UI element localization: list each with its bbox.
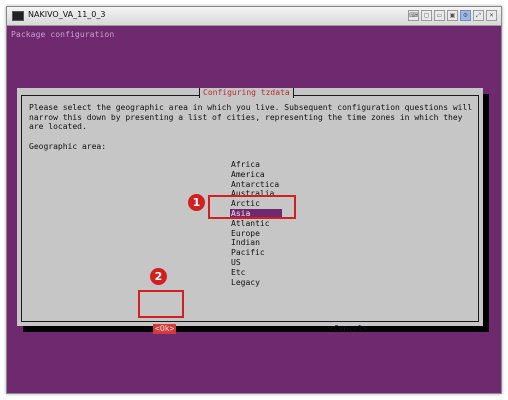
geographic-area-list: Africa America Antarctica Australia Arct… bbox=[230, 160, 282, 287]
area-option-atlantic[interactable]: Atlantic bbox=[230, 219, 282, 229]
close-icon[interactable]: ✕ bbox=[486, 10, 497, 21]
window-title: NAKIVO_VA_11_0_3 bbox=[28, 10, 106, 19]
area-option-europe[interactable]: Europe bbox=[230, 229, 282, 239]
ok-button[interactable]: <Ok> bbox=[153, 324, 177, 334]
area-option-us[interactable]: US bbox=[230, 258, 282, 268]
description-line: are located. bbox=[29, 122, 87, 132]
area-option-legacy[interactable]: Legacy bbox=[230, 278, 282, 288]
dialog-description: Please select the geographic area in whi… bbox=[29, 103, 479, 132]
description-line: narrow this down by presenting a list of… bbox=[29, 112, 463, 122]
callout-badge-2: 2 bbox=[150, 268, 167, 285]
window-toolbar: ⌨ ▢ ▭ ▣ ⚙ ⤢ ✕ bbox=[408, 10, 497, 21]
callout-highlight-asia bbox=[208, 195, 296, 219]
settings-icon[interactable]: ⚙ bbox=[460, 10, 471, 21]
area-option-america[interactable]: America bbox=[230, 170, 282, 180]
cancel-button[interactable]: <Cancel> bbox=[329, 324, 368, 334]
area-option-antarctica[interactable]: Antarctica bbox=[230, 180, 282, 190]
console-app-icon bbox=[12, 11, 24, 21]
area-option-africa[interactable]: Africa bbox=[230, 160, 282, 170]
area-option-pacific[interactable]: Pacific bbox=[230, 248, 282, 258]
window-titlebar: NAKIVO_VA_11_0_3 ⌨ ▢ ▭ ▣ ⚙ ⤢ ✕ bbox=[7, 7, 501, 26]
dialog-title: Configuring tzdata bbox=[199, 88, 294, 98]
monitor-icon[interactable]: ▣ bbox=[447, 10, 458, 21]
area-option-etc[interactable]: Etc bbox=[230, 268, 282, 278]
ctrl-alt-del-icon[interactable]: ⌨ bbox=[408, 10, 419, 21]
area-option-indian[interactable]: Indian bbox=[230, 238, 282, 248]
package-configuration-header: Package configuration bbox=[11, 30, 115, 39]
geographic-area-label: Geographic area: bbox=[29, 142, 107, 151]
screenshot-icon[interactable]: ▢ bbox=[421, 10, 432, 21]
callout-badge-1: 1 bbox=[188, 194, 205, 211]
description-line: Please select the geographic area in whi… bbox=[29, 103, 473, 112]
window-icon[interactable]: ▭ bbox=[434, 10, 445, 21]
fullscreen-icon[interactable]: ⤢ bbox=[473, 10, 484, 21]
callout-highlight-ok bbox=[138, 290, 184, 318]
